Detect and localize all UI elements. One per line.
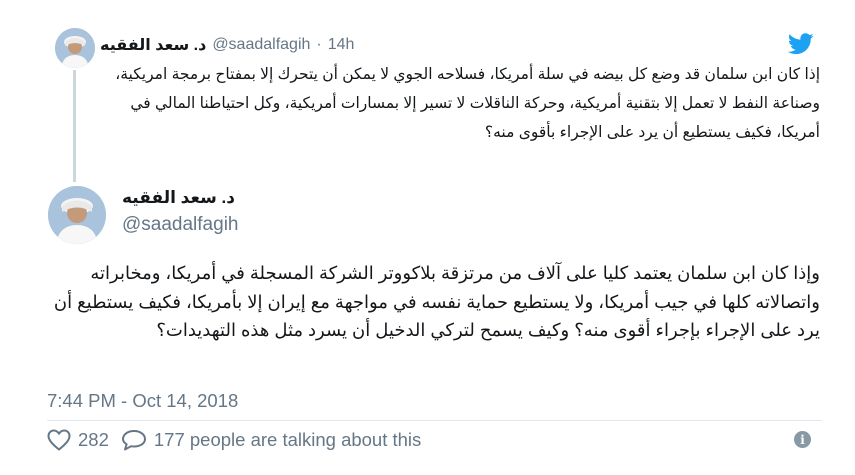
conversation-label: 177 people are talking about this [153, 429, 422, 450]
author-name[interactable]: د. سعد الفقيه [100, 35, 206, 55]
conversation-button[interactable]: 177 people are talking about this [121, 429, 421, 451]
reply-tweet-text: إذا كان ابن سلمان قد وضع كل بيضه في سلة … [115, 66, 820, 141]
author-handle[interactable]: @saadalfagih [122, 214, 238, 236]
tweet-actions: 282 177 people are talking about this [47, 426, 421, 454]
separator-dot: · [316, 36, 322, 53]
thread-connector-line [73, 70, 76, 182]
info-icon[interactable]: i [794, 431, 811, 448]
tweet-timestamp[interactable]: 7:44 PM - Oct 14, 2018 [47, 390, 238, 412]
reply-tweet-header: د. سعد الفقيه @saadalfagih · 14h [100, 33, 420, 57]
divider [47, 420, 822, 421]
avatar[interactable] [55, 28, 95, 68]
twitter-bird-icon[interactable] [788, 33, 814, 55]
author-name[interactable]: د. سعد الفقيه [122, 188, 235, 208]
heart-icon [47, 429, 71, 451]
like-button[interactable]: 282 [47, 429, 109, 451]
like-count: 282 [78, 429, 109, 450]
info-glyph: i [800, 432, 805, 447]
author-handle[interactable]: @saadalfagih [212, 36, 310, 54]
avatar[interactable] [48, 186, 106, 244]
tweet-time[interactable]: 14h [328, 36, 355, 54]
main-tweet-text: وإذا كان ابن سلمان يعتمد كليا على آلاف م… [53, 263, 820, 340]
speech-bubble-icon [121, 430, 146, 451]
tweet-card: د. سعد الفقيه @saadalfagih · 14h إذا كان… [0, 0, 855, 475]
